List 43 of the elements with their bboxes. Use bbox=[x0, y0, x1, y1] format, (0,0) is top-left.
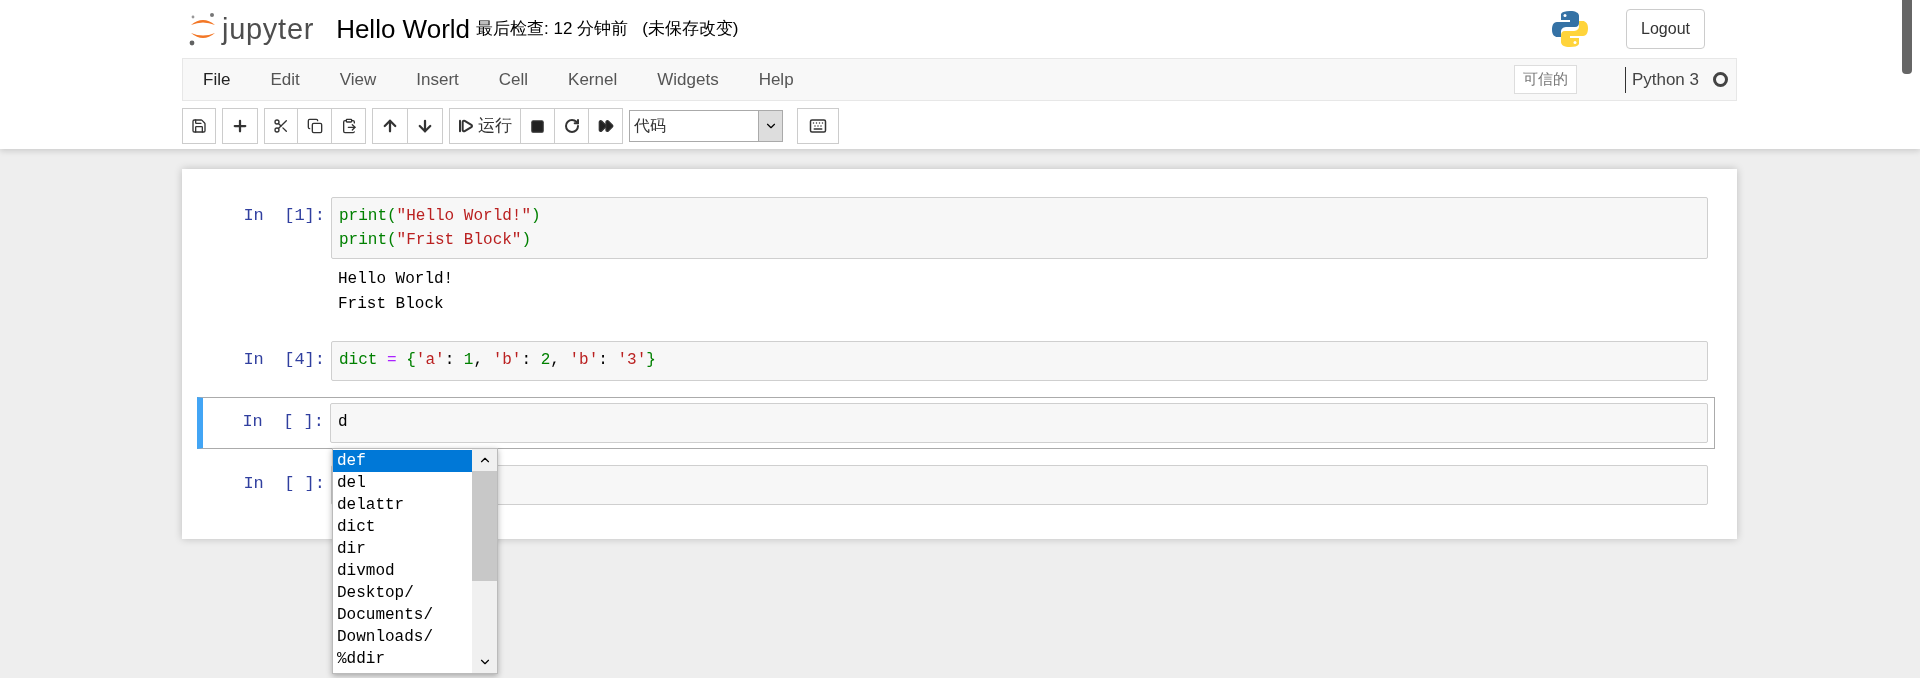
active-cell[interactable]: In [ ]: d bbox=[197, 397, 1715, 449]
autocomplete-menu[interactable]: def del delattr dict dir divmod Desktop/ Documents/ Downloads/ %ddir bbox=[332, 448, 498, 674]
trusted-indicator[interactable]: 可信的 bbox=[1513, 65, 1577, 94]
menu-item[interactable]: File bbox=[203, 66, 251, 93]
autocomplete-item[interactable]: Documents/ bbox=[333, 604, 472, 626]
cell-prompt: In [ ]: bbox=[241, 411, 325, 433]
autocomplete-item[interactable]: del bbox=[333, 472, 472, 494]
run-button[interactable]: 运行 bbox=[449, 108, 521, 144]
cell-type-select[interactable]: 代码 bbox=[629, 110, 783, 142]
menu-item[interactable]: Widgets bbox=[637, 66, 739, 93]
autocomplete-item[interactable]: divmod bbox=[333, 560, 472, 582]
output-line: Frist Block bbox=[338, 294, 445, 315]
autocomplete-item[interactable]: delattr bbox=[333, 494, 472, 516]
code-input[interactable]: print("Hello World!") print("Frist Block") bbox=[331, 197, 1708, 259]
cell-prompt: In [1]: bbox=[242, 205, 326, 227]
jupyter-logo-text: jupyter bbox=[222, 14, 315, 44]
code-line: print("Hello World!") bbox=[339, 206, 542, 227]
code-line: d bbox=[338, 412, 349, 433]
autosave-status: (未保存改变) bbox=[642, 18, 739, 41]
menu-item[interactable]: Help bbox=[738, 66, 814, 93]
code-line: print("Frist Block") bbox=[339, 230, 533, 251]
code-line: dict = {'a': 1, 'b': 2, 'b': '3'} bbox=[339, 350, 657, 371]
autocomplete-item[interactable]: dir bbox=[333, 538, 472, 560]
cell-prompt: In [4]: bbox=[242, 349, 326, 371]
menu-item[interactable]: Edit bbox=[250, 66, 320, 93]
cell-prompt: In [ ]: bbox=[242, 473, 326, 495]
logout-button[interactable]: Logout bbox=[1626, 9, 1705, 49]
code-input[interactable]: d bbox=[330, 403, 1708, 443]
autocomplete-item[interactable]: Desktop/ bbox=[333, 582, 472, 604]
autocomplete-item[interactable]: def bbox=[333, 450, 472, 472]
autocomplete-item[interactable]: dict bbox=[333, 516, 472, 538]
autocomplete-item[interactable]: Downloads/ bbox=[333, 626, 472, 648]
code-input[interactable]: dict = {'a': 1, 'b': 2, 'b': '3'} bbox=[331, 341, 1708, 381]
cell-type-value: 代码 bbox=[634, 116, 666, 136]
menu-item[interactable]: View bbox=[319, 66, 397, 93]
checkpoint-status: 最后检查: 12 分钟前 bbox=[476, 18, 629, 41]
menu-item[interactable]: Cell bbox=[478, 66, 549, 93]
kernel-name: Python 3 bbox=[1631, 68, 1699, 91]
menu-item[interactable]: Kernel bbox=[548, 66, 638, 93]
autocomplete-item[interactable]: %ddir bbox=[333, 648, 472, 670]
output-line: Hello World! bbox=[338, 269, 455, 290]
menu-item[interactable]: Insert bbox=[396, 66, 479, 93]
notebook-title[interactable]: Hello World bbox=[336, 9, 471, 49]
